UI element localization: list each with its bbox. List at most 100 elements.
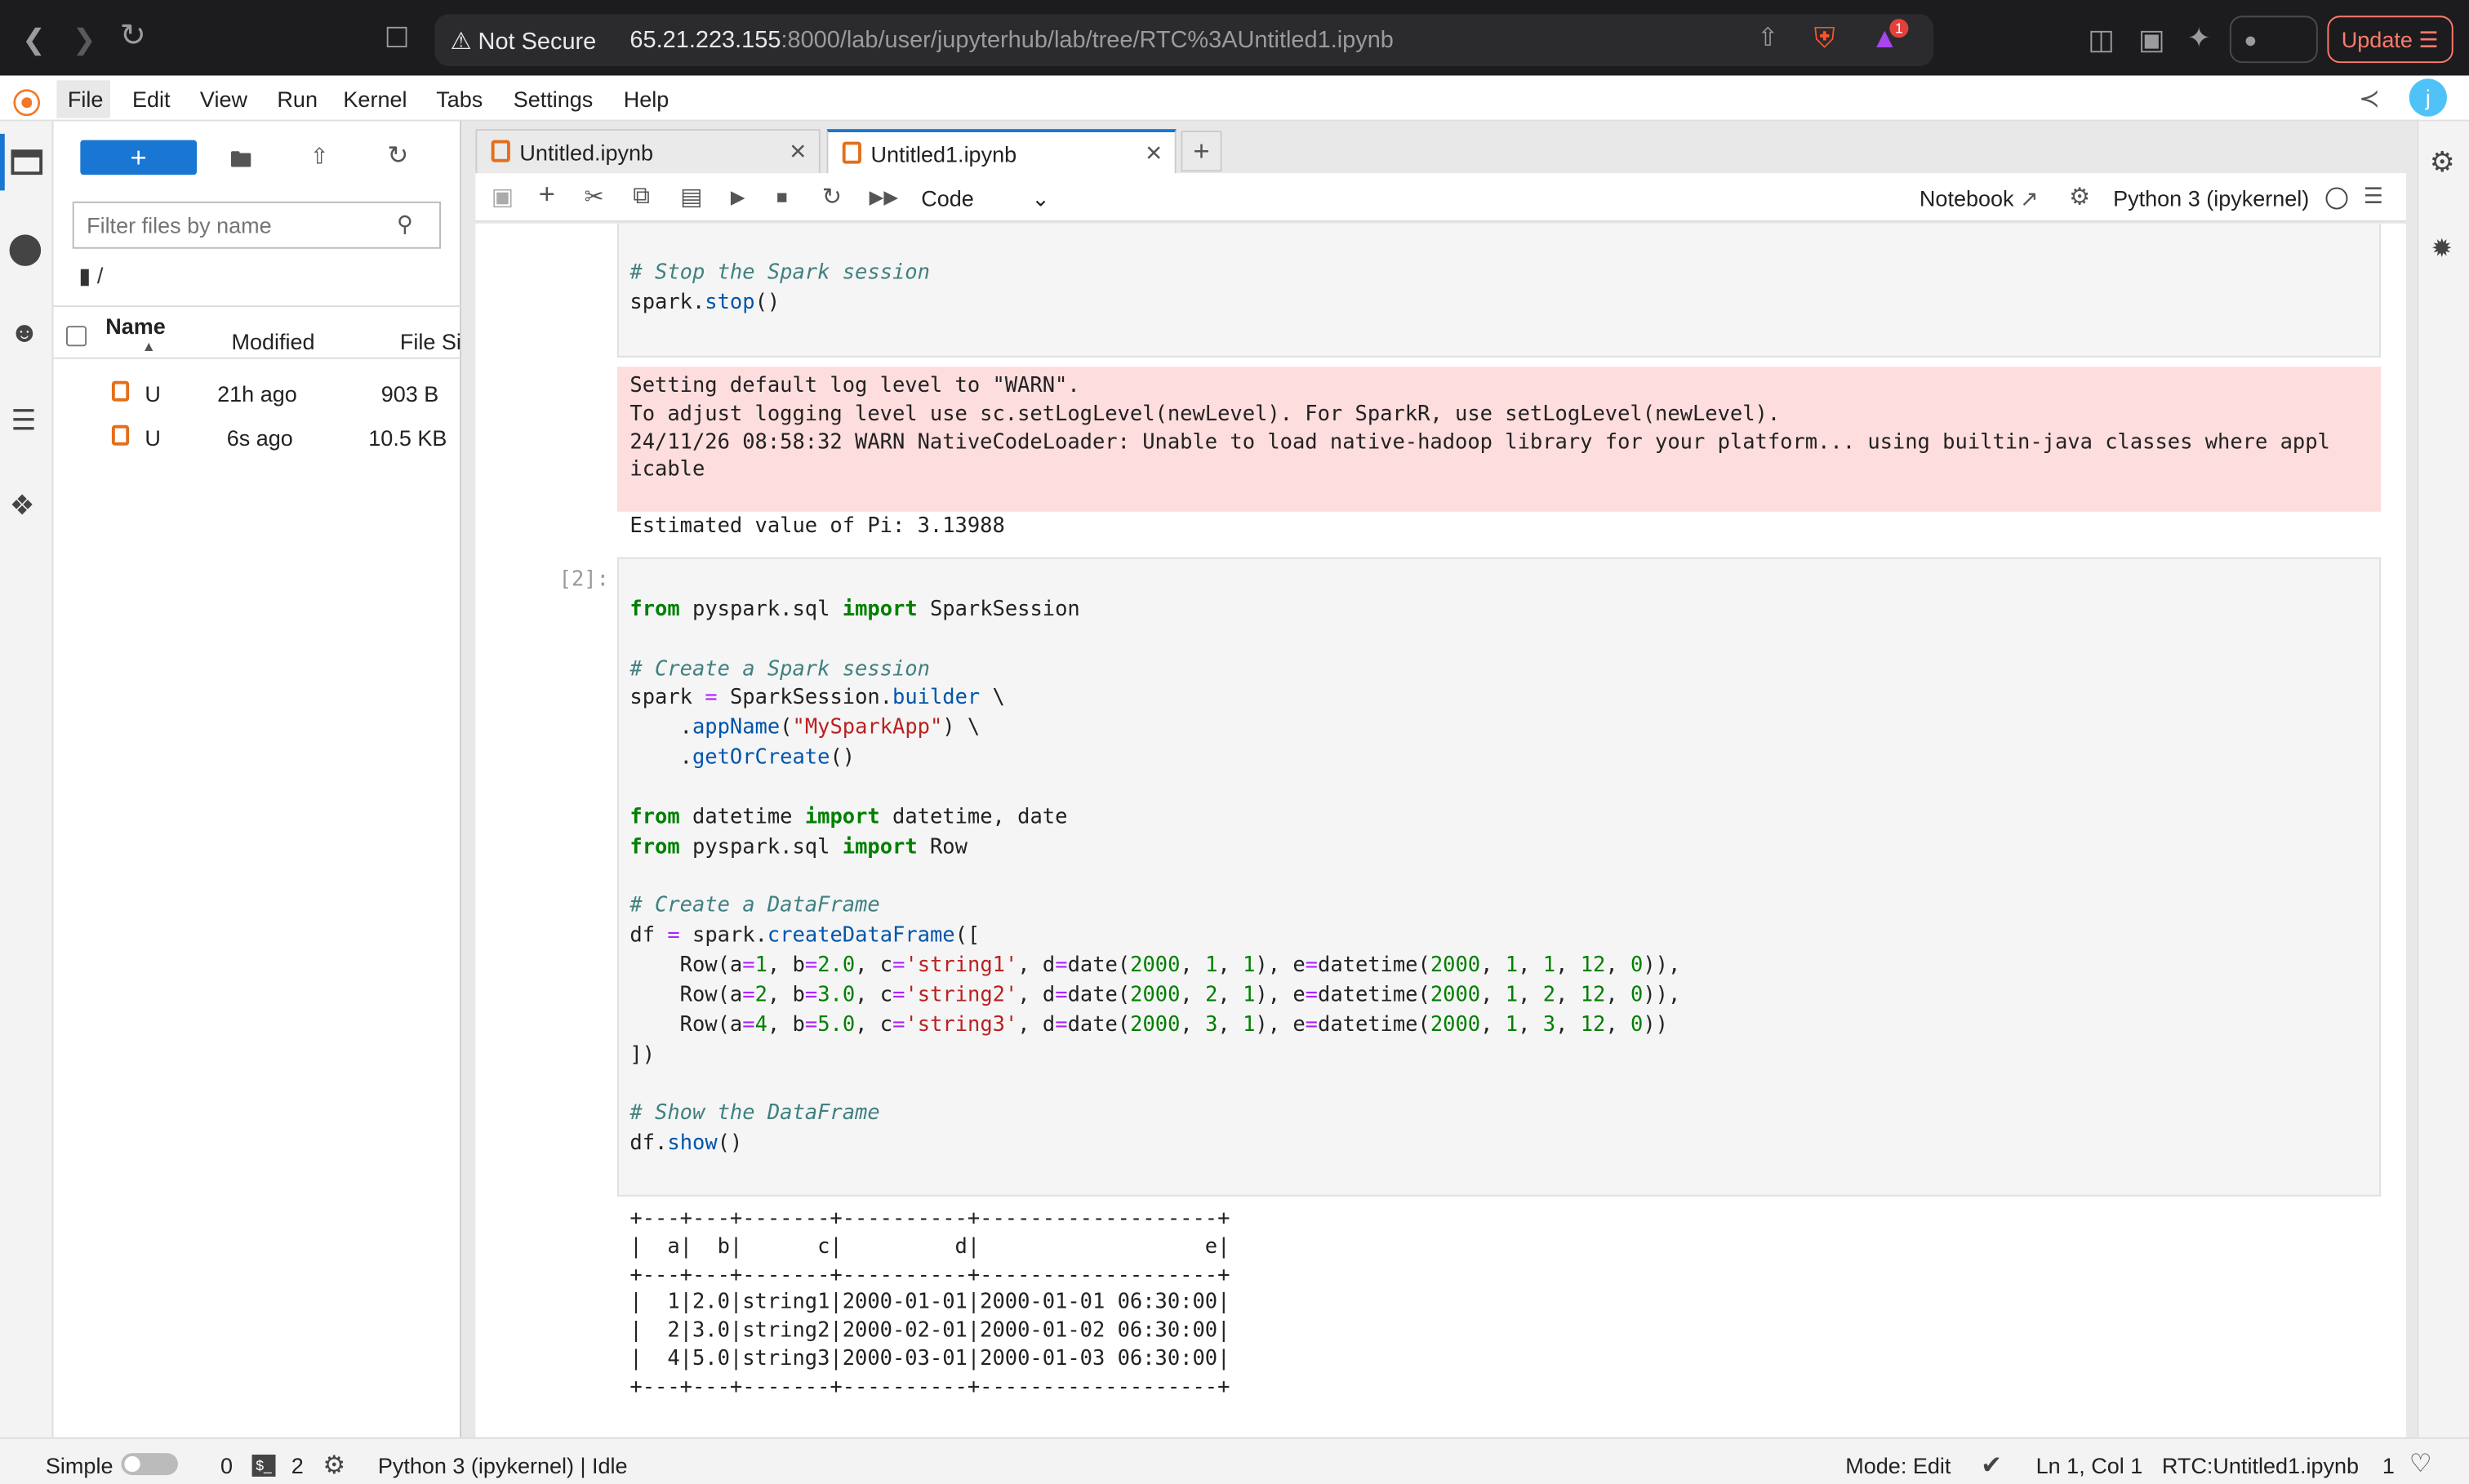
sidebar-toggle-icon[interactable]: ◫	[2088, 25, 2115, 54]
copy-icon[interactable]: ⧉	[633, 183, 650, 210]
run-icon[interactable]: ▶	[731, 186, 745, 208]
folder-tab-icon[interactable]	[11, 149, 43, 176]
address-bar[interactable]: ⚠ Not Secure 65.21.223.155:8000/lab/user…	[434, 14, 1934, 66]
menu-bar: ⦿ File Edit View Run Kernel Tabs Setting…	[0, 75, 2469, 122]
sort-ascending-icon: ▲	[141, 338, 156, 354]
filter-files-input[interactable]	[72, 201, 441, 249]
new-tab-button[interactable]: +	[1181, 131, 1222, 172]
kernel-status[interactable]: Python 3 (ipykernel) | Idle	[378, 1453, 628, 1478]
open-in-notebook-button[interactable]: Notebook ↗	[1920, 186, 2039, 213]
notebook-icon	[842, 141, 861, 164]
file-modified: 6s ago	[226, 424, 293, 451]
save-icon[interactable]: ▣	[492, 183, 514, 211]
update-button[interactable]: Update ☰	[2327, 16, 2453, 64]
terminals-count[interactable]: 0	[220, 1453, 233, 1478]
wallet-icon[interactable]: ▣	[2138, 25, 2165, 54]
share-notebook-icon[interactable]: ≺	[2359, 83, 2380, 115]
menu-settings[interactable]: Settings	[514, 87, 594, 112]
url-text[interactable]: 65.21.223.155:8000/lab/user/jupyterhub/l…	[629, 27, 1393, 54]
menu-file[interactable]: File	[56, 80, 110, 118]
menu-kernel[interactable]: Kernel	[343, 87, 407, 112]
stop-icon[interactable]: ■	[776, 186, 788, 208]
edit-mode: Mode: Edit	[1845, 1453, 1951, 1478]
restart-icon[interactable]: ↻	[822, 183, 842, 211]
column-name[interactable]: Name	[105, 313, 166, 339]
tab-untitled[interactable]: Untitled.ipynb ×	[475, 129, 821, 176]
bookmark-icon[interactable]: ☐	[385, 24, 410, 52]
cell-type-select[interactable]: Code ⌄	[921, 186, 1050, 211]
collaborators-tab-icon[interactable]: ☻	[10, 317, 40, 349]
column-file-size[interactable]: File Si	[400, 329, 461, 354]
debugger-tab-icon[interactable]: ✹	[2431, 233, 2453, 264]
file-list-header: Name ▲ Modified File Si	[53, 305, 462, 359]
hamburger-icon: ☰	[2418, 26, 2439, 52]
cell-editor[interactable]: from pyspark.sql import SparkSession # C…	[629, 566, 1680, 1160]
user-avatar[interactable]: j	[2409, 78, 2447, 117]
cut-icon[interactable]: ✂	[584, 183, 603, 211]
kernels-count[interactable]: 2	[291, 1453, 304, 1478]
file-modified: 21h ago	[217, 380, 297, 407]
new-launcher-button[interactable]: +	[80, 140, 198, 176]
code-cell[interactable]: # Stop the Spark session spark.stop()	[616, 223, 2381, 358]
debugger-icon[interactable]: ⚙	[2069, 183, 2090, 211]
cursor-position[interactable]: Ln 1, Col 1	[2036, 1453, 2143, 1478]
shield-check-icon[interactable]: ✔	[1981, 1450, 2002, 1482]
menu-edit[interactable]: Edit	[132, 87, 171, 112]
forward-icon[interactable]: ❯	[73, 25, 96, 54]
breadcrumb[interactable]: ▮ /	[78, 263, 103, 290]
upload-icon[interactable]: ⇧	[310, 143, 329, 170]
warning-icon: ⚠	[450, 28, 472, 56]
notification-count: 1	[2382, 1453, 2395, 1478]
close-icon[interactable]: ×	[1146, 137, 1162, 170]
extensions-tab-icon[interactable]: ❖	[10, 490, 35, 523]
active-tab-indicator	[0, 133, 5, 191]
code-line: spark.stop()	[629, 291, 781, 315]
leo-ai-icon[interactable]: ✦	[2187, 24, 2211, 52]
simple-mode-toggle[interactable]	[121, 1453, 178, 1476]
menu-view[interactable]: View	[200, 87, 247, 112]
not-secure-indicator[interactable]: ⚠ Not Secure	[451, 27, 597, 56]
column-modified[interactable]: Modified	[231, 329, 314, 354]
property-inspector-tab-icon[interactable]: ⚙	[2430, 146, 2455, 179]
kernel-status-icon	[2325, 187, 2348, 210]
notebook-file-icon	[111, 380, 130, 402]
new-folder-icon[interactable]: 🖿	[230, 143, 252, 180]
paste-icon[interactable]: ▤	[680, 183, 702, 211]
cell-editor[interactable]: # Stop the Spark session spark.stop()	[629, 260, 930, 319]
reload-icon[interactable]: ↻	[120, 20, 146, 52]
code-cell[interactable]: from pyspark.sql import SparkSession # C…	[616, 557, 2381, 1197]
run-all-icon[interactable]: ▶▶	[870, 186, 899, 208]
brave-shield-icon[interactable]: ⛨	[1814, 24, 1835, 52]
stderr-output: Setting default log level to "WARN". To …	[616, 367, 2381, 512]
running-tab-icon[interactable]	[9, 234, 42, 266]
dataframe-output: +---+---+-------+----------+------------…	[629, 1207, 1230, 1400]
cell-prompt: [2]:	[558, 568, 609, 593]
terminal-icon: $_	[251, 1454, 276, 1477]
toc-tab-icon[interactable]: ☰	[11, 405, 36, 438]
refresh-icon[interactable]: ↻	[387, 140, 408, 172]
kernel-name[interactable]: Python 3 (ipykernel)	[2113, 186, 2309, 211]
rewards-badge: 1	[1889, 19, 1909, 38]
file-size: 10.5 KB	[368, 424, 447, 451]
notebook-toolbar: ▣ + ✂ ⧉ ▤ ▶ ■ ↻ ▶▶ Code ⌄ Notebook ↗ ⚙ Py…	[475, 173, 2406, 222]
insert-cell-icon[interactable]: +	[539, 178, 555, 211]
select-all-checkbox[interactable]	[65, 326, 87, 347]
bell-icon[interactable]: ♡	[2409, 1448, 2432, 1480]
left-sidebar-tabs: ☻ ☰ ❖	[0, 121, 54, 1437]
file-name: U	[145, 380, 161, 407]
menu-help[interactable]: Help	[624, 87, 670, 112]
close-icon[interactable]: ×	[790, 136, 806, 168]
back-icon[interactable]: ❮	[22, 25, 46, 54]
share-icon[interactable]: ⇧	[1757, 25, 1778, 54]
chevron-down-icon: ⌄	[1031, 185, 1050, 211]
vpn-button[interactable]: ● VPN	[2229, 16, 2318, 96]
jupyter-logo-icon: ⦿	[12, 87, 42, 120]
browser-toolbar: ❮ ❯ ↻ ☐ ⚠ Not Secure 65.21.223.155:8000/…	[0, 0, 2469, 96]
menu-run[interactable]: Run	[277, 87, 318, 112]
file-row[interactable]: U 21h ago 903 B	[54, 371, 461, 414]
file-row[interactable]: U 6s ago 10.5 KB	[54, 415, 461, 458]
right-sidebar-tabs: ⚙ ✹	[2417, 121, 2469, 1437]
tab-untitled1[interactable]: Untitled1.ipynb ×	[826, 129, 1177, 176]
property-inspector-icon[interactable]: ☰	[2364, 183, 2383, 210]
menu-tabs[interactable]: Tabs	[436, 87, 483, 112]
